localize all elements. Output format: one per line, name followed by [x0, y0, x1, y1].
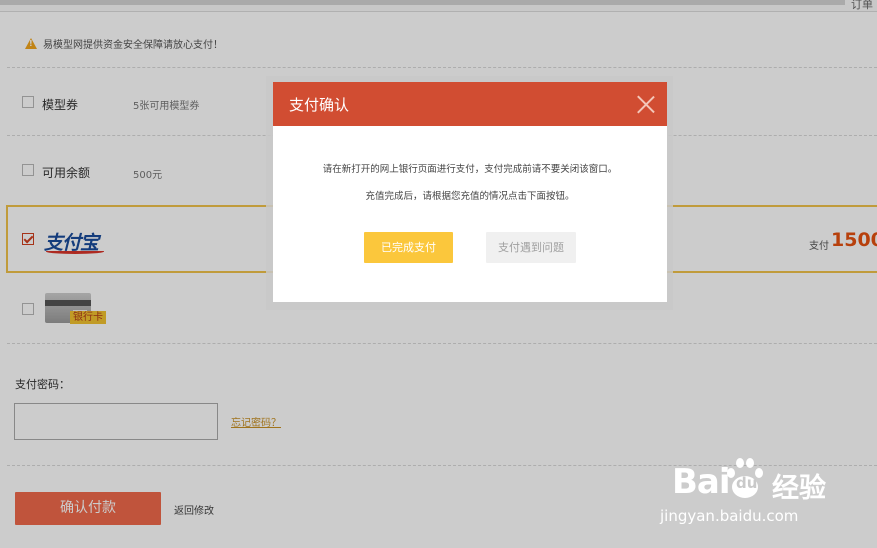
watermark-url: jingyan.baidu.com: [660, 507, 799, 525]
payment-done-button[interactable]: 已完成支付: [364, 232, 453, 263]
close-icon[interactable]: [635, 93, 657, 115]
baidu-jingyan-watermark: Bai du 经验 jingyan.baidu.com: [660, 452, 872, 532]
payment-problem-button[interactable]: 支付遇到问题: [486, 232, 576, 263]
dialog-message-1: 请在新打开的网上银行页面进行支付，支付完成前请不要关闭该窗口。: [322, 164, 618, 175]
dialog-header: 支付确认: [273, 82, 667, 126]
watermark-brand-right: 经验: [772, 473, 826, 504]
dialog-message-2: 充值完成后，请根据您充值的情况点击下面按钮。: [365, 191, 575, 202]
watermark-brand-du: du: [736, 474, 758, 492]
payment-confirm-dialog: 支付确认 请在新打开的网上银行页面进行支付，支付完成前请不要关闭该窗口。 充值完…: [273, 82, 667, 302]
dialog-title: 支付确认: [289, 96, 350, 114]
watermark-brand-left: Bai: [672, 462, 731, 502]
